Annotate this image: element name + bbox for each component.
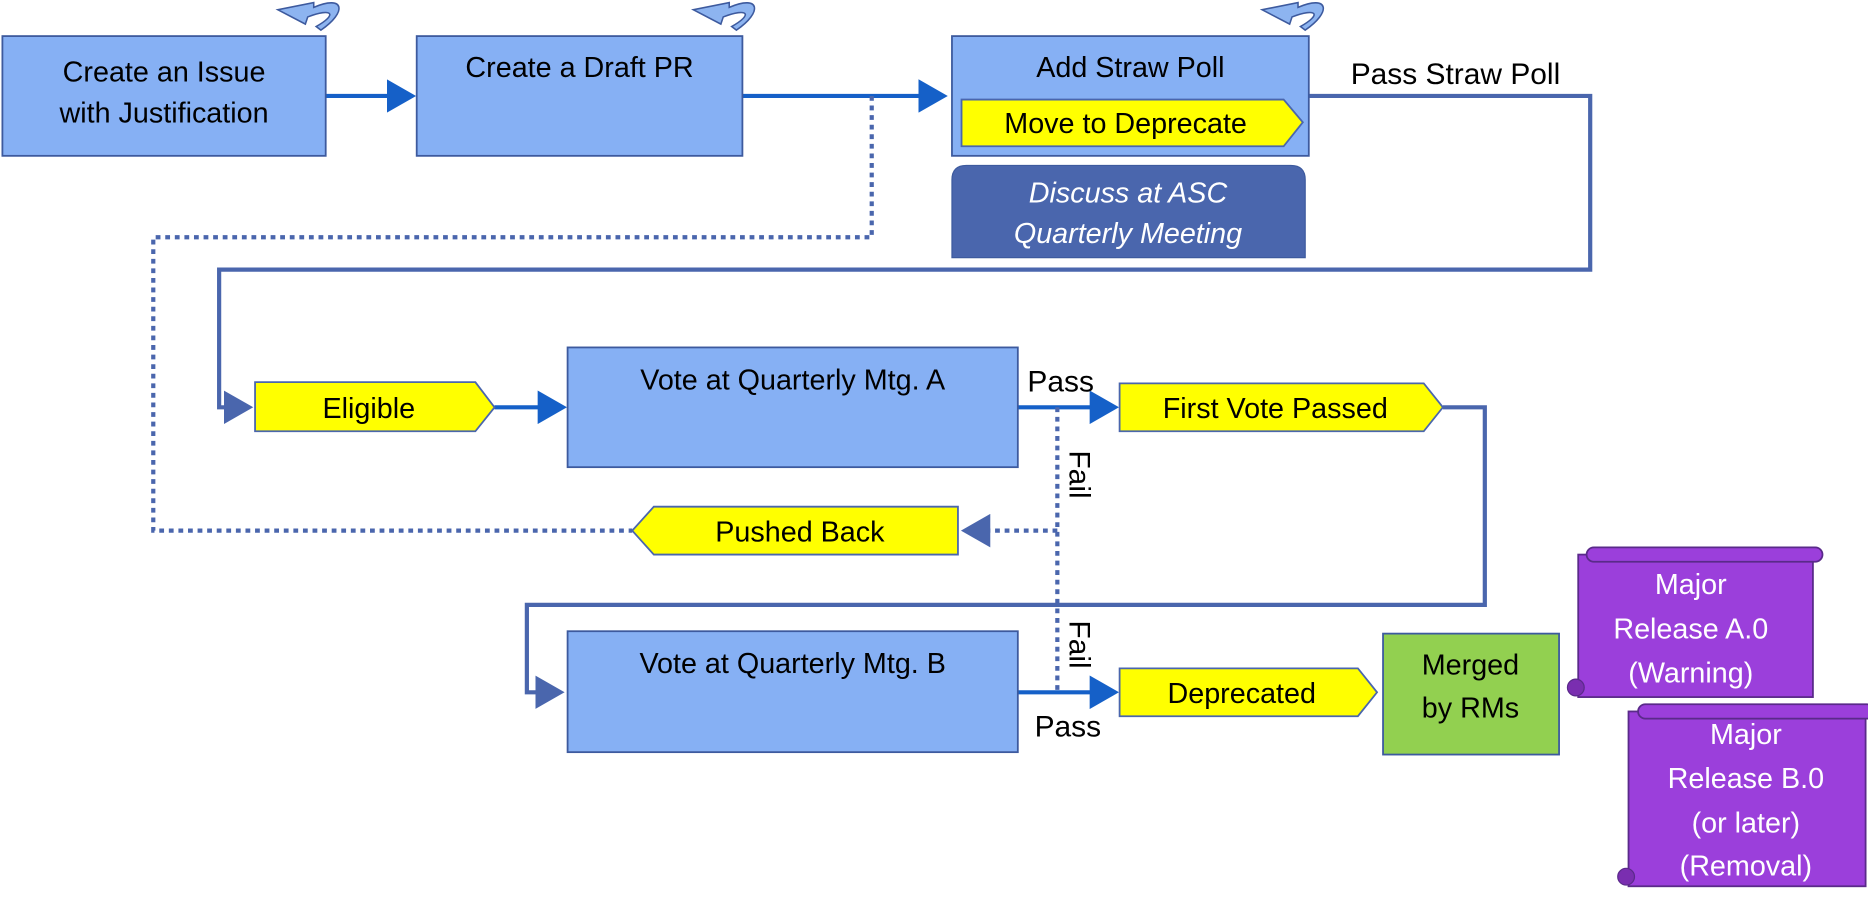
node-vote-b: Vote at Quarterly Mtg. B bbox=[566, 630, 1019, 754]
node-discuss-meeting: Discuss at ASC Quarterly Meeting bbox=[951, 164, 1306, 259]
node-text: Release A.0 bbox=[1613, 613, 1768, 645]
node-text: Vote at Quarterly Mtg. B bbox=[639, 648, 945, 680]
scroll-release-b: Major Release B.0 (or later) (Removal) bbox=[1617, 703, 1868, 888]
edge-label-pass-straw-poll: Pass Straw Poll bbox=[1351, 58, 1561, 91]
node-straw-poll: Add Straw Poll Move to Deprecate bbox=[951, 35, 1310, 157]
node-text: First Vote Passed bbox=[1163, 393, 1388, 425]
deprecation-flow-diagram: Create an Issue with Justification Creat… bbox=[1, 1, 1868, 888]
node-text: Add Straw Poll bbox=[1036, 52, 1224, 84]
node-draft-pr: Create a Draft PR bbox=[415, 35, 744, 157]
edge-label-fail-b: Fail bbox=[1062, 620, 1095, 668]
node-text: Major bbox=[1710, 719, 1782, 751]
node-text: (Removal) bbox=[1680, 850, 1812, 882]
edge-label-pass-a: Pass bbox=[1027, 366, 1094, 399]
self-loop-arrow-icon bbox=[1259, 1, 1324, 32]
scroll-release-a: Major Release A.0 (Warning) bbox=[1566, 546, 1824, 698]
node-first-vote-passed: First Vote Passed bbox=[1118, 382, 1445, 433]
node-text: Create a Draft PR bbox=[465, 52, 693, 84]
node-text: Move to Deprecate bbox=[1004, 108, 1247, 140]
node-text: (Warning) bbox=[1628, 658, 1753, 690]
node-text: (or later) bbox=[1692, 807, 1801, 839]
node-text: Merged bbox=[1422, 649, 1519, 681]
node-text: Deprecated bbox=[1167, 678, 1315, 710]
node-text: Quarterly Meeting bbox=[1014, 218, 1242, 250]
node-text: Vote at Quarterly Mtg. A bbox=[640, 364, 946, 396]
self-loop-arrow-icon bbox=[690, 1, 756, 32]
node-merged: Merged by RMs bbox=[1382, 632, 1560, 756]
self-loop-arrow-icon bbox=[275, 1, 340, 32]
node-text: Eligible bbox=[323, 393, 416, 425]
node-text: Major bbox=[1655, 569, 1727, 601]
node-text: by RMs bbox=[1422, 692, 1519, 724]
node-text: with Justification bbox=[58, 97, 268, 129]
edge-label-pass-b: Pass bbox=[1035, 711, 1102, 744]
node-text: Pushed Back bbox=[715, 516, 885, 548]
node-eligible: Eligible bbox=[254, 381, 496, 433]
node-deprecated: Deprecated bbox=[1118, 667, 1379, 718]
node-text: Discuss at ASC bbox=[1029, 178, 1228, 210]
node-pushed-back: Pushed Back bbox=[631, 505, 959, 556]
edge-label-fail-a: Fail bbox=[1062, 450, 1095, 498]
node-text: Release B.0 bbox=[1668, 763, 1824, 795]
node-text: Create an Issue bbox=[63, 57, 266, 89]
node-vote-a: Vote at Quarterly Mtg. A bbox=[566, 346, 1019, 469]
node-create-issue: Create an Issue with Justification bbox=[1, 35, 327, 157]
